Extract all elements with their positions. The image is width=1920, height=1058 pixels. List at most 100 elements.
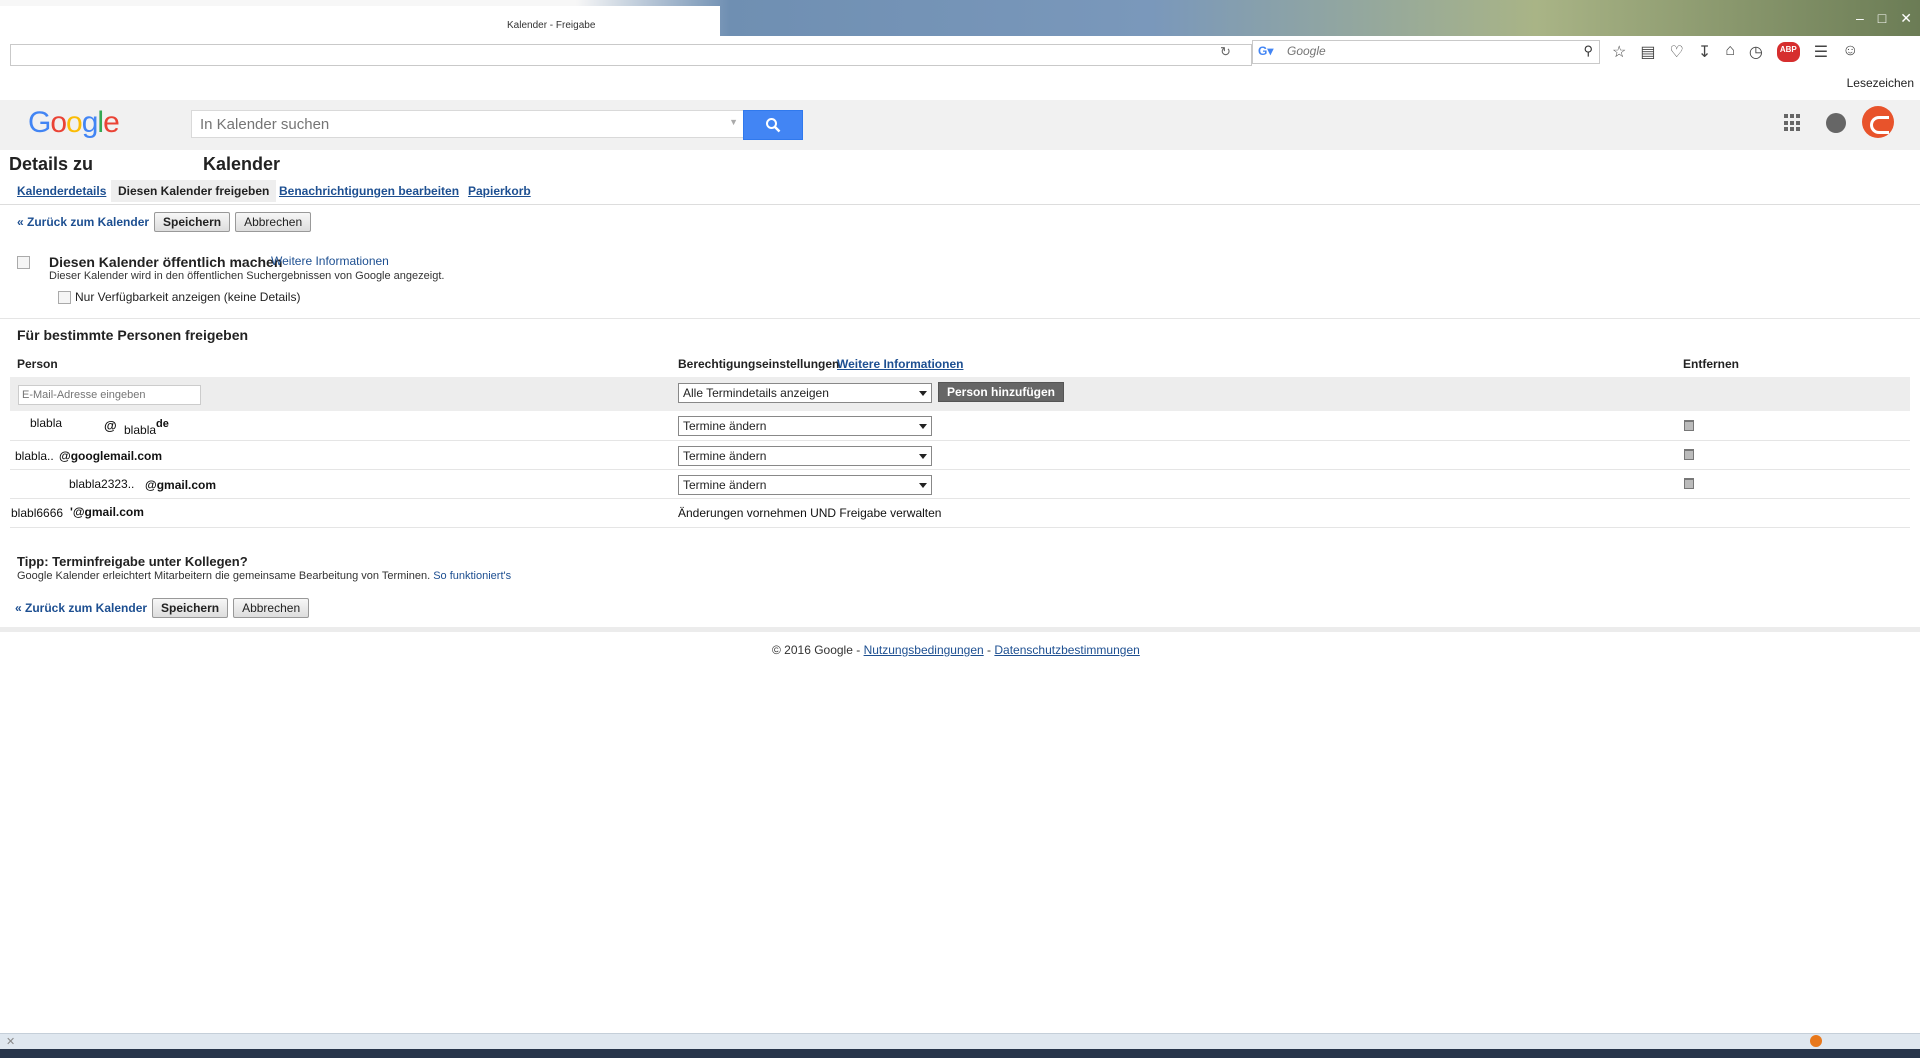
close-status-icon[interactable]: ✕ [6, 1035, 15, 1048]
window-controls: – □ ✕ [1856, 10, 1912, 27]
availability-only-checkbox[interactable] [58, 291, 71, 304]
history-icon[interactable]: ◷ [1749, 42, 1763, 62]
trash-icon[interactable] [1684, 420, 1694, 431]
column-person: Person [17, 357, 58, 371]
how-it-works-link[interactable]: So funktioniert's [433, 570, 511, 582]
browser-status-bar: ✕ [0, 1033, 1920, 1050]
person-name: blabla [30, 416, 63, 430]
save-button[interactable]: Speichern [154, 212, 231, 232]
public-more-info-link[interactable]: Weitere Informationen [271, 254, 389, 268]
url-bar[interactable] [10, 44, 1252, 66]
table-row: blabla @ blabla de Termine ändern [10, 411, 1910, 441]
permission-select[interactable]: Termine ändern [678, 416, 932, 436]
reading-list-icon[interactable]: ▤ [1640, 42, 1655, 62]
save-button[interactable]: Speichern [152, 598, 229, 618]
permission-value: Termine ändern [683, 419, 767, 433]
footer-copyright: © 2016 Google - [772, 643, 861, 657]
firefox-icon [1810, 1035, 1822, 1047]
browser-search-bar[interactable]: G▾ ⚲ [1252, 40, 1600, 64]
window-titlebar: Kalender - Freigabe – □ ✕ [0, 0, 1920, 36]
search-icon [766, 118, 781, 133]
browser-tab-title[interactable]: Kalender - Freigabe [507, 20, 595, 31]
add-person-button[interactable]: Person hinzufügen [938, 382, 1064, 402]
maximize-icon[interactable]: □ [1878, 10, 1886, 27]
permission-select[interactable]: Termine ändern [678, 475, 932, 495]
permission-select[interactable]: Termine ändern [678, 446, 932, 466]
tab-share-calendar[interactable]: Diesen Kalender freigeben [111, 180, 277, 202]
page-title-suffix: Kalender [203, 154, 281, 174]
column-remove: Entfernen [1683, 357, 1740, 371]
footer: © 2016 Google - Nutzungsbedingungen - Da… [772, 643, 1140, 657]
smiley-icon[interactable]: ☺ [1842, 42, 1858, 62]
cancel-button[interactable]: Abbrechen [233, 598, 310, 618]
bookmarks-button[interactable]: Lesezeichen [1847, 76, 1914, 90]
cancel-button[interactable]: Abbrechen [235, 212, 312, 232]
add-person-row: Alle Termindetails anzeigen Person hinzu… [10, 377, 1910, 411]
permission-value: Termine ändern [683, 478, 767, 492]
table-row: blabl6666 '@gmail.com Änderungen vornehm… [10, 498, 1910, 528]
make-public-description: Dieser Kalender wird in den öffentlichen… [49, 270, 445, 282]
person-tld: de [156, 418, 169, 430]
terms-link[interactable]: Nutzungsbedingungen [864, 643, 984, 657]
notifications-bell-icon[interactable] [1826, 113, 1846, 133]
reload-icon[interactable]: ↻ [1220, 44, 1231, 60]
browser-navbar: ↻ G▾ ⚲ ☆ ▤ ♡ ↧ ⌂ ◷ ABP ☰ ☺ Lesezeichen [0, 36, 1920, 90]
calendar-settings-tabs: Kalenderdetails Diesen Kalender freigebe… [0, 178, 1920, 205]
search-options-icon[interactable]: ▼ [729, 117, 738, 127]
chevron-down-icon [919, 483, 927, 488]
person-domain: @gmail.com [145, 478, 217, 492]
home-icon[interactable]: ⌂ [1725, 42, 1735, 62]
tab-edit-notifications[interactable]: Benachrichtigungen bearbeiten [279, 184, 459, 198]
back-to-calendar-link[interactable]: « Zurück zum Kalender [15, 601, 147, 615]
person-domain: blabla [124, 423, 157, 437]
menu-icon[interactable]: ☰ [1814, 42, 1828, 62]
trash-icon[interactable] [1684, 478, 1694, 489]
search-button[interactable] [743, 110, 803, 140]
download-icon[interactable]: ↧ [1698, 42, 1711, 62]
footer-divider [0, 627, 1920, 632]
new-permission-select[interactable]: Alle Termindetails anzeigen [678, 383, 932, 403]
close-icon[interactable]: ✕ [1900, 10, 1912, 27]
privacy-link[interactable]: Datenschutzbestimmungen [994, 643, 1139, 657]
calendar-search-box[interactable]: ▼ [191, 110, 745, 138]
chevron-down-icon [919, 391, 927, 396]
adblock-icon[interactable]: ABP [1776, 42, 1800, 62]
bookmark-star-icon[interactable]: ☆ [1612, 42, 1626, 62]
person-domain: @googlemail.com [59, 449, 163, 463]
share-section-heading: Für bestimmte Personen freigeben [17, 327, 249, 343]
new-permission-value: Alle Termindetails anzeigen [683, 386, 829, 400]
browser-search-input[interactable] [1285, 43, 1569, 59]
browser-toolbar: ☆ ▤ ♡ ↧ ⌂ ◷ ABP ☰ ☺ [1612, 42, 1858, 62]
search-icon[interactable]: ⚲ [1583, 43, 1593, 59]
person-name: blabl6666 [11, 506, 64, 520]
google-header: Google ▼ [0, 100, 1920, 150]
apps-grid-icon[interactable] [1784, 114, 1802, 132]
page-title-prefix: Details zu [9, 154, 94, 174]
trash-icon[interactable] [1684, 449, 1694, 460]
person-name: blabla2323.. [69, 477, 135, 491]
chevron-down-icon [919, 454, 927, 459]
tip-text-container: Google Kalender erleichtert Mitarbeitern… [17, 570, 511, 582]
tip-title: Tipp: Terminfreigabe unter Kollegen? [17, 554, 248, 569]
email-field[interactable] [18, 385, 201, 405]
page-title: Details zu Kalender [9, 154, 280, 175]
make-public-label: Diesen Kalender öffentlich machen [49, 254, 283, 270]
person-at-sign: @ [104, 418, 117, 433]
permissions-more-info-link[interactable]: Weitere Informationen [837, 357, 963, 371]
top-action-bar: « Zurück zum Kalender Speichern Abbreche… [17, 212, 312, 232]
chevron-down-icon [919, 424, 927, 429]
calendar-search-input[interactable] [192, 111, 722, 137]
public-calendar-section: Diesen Kalender öffentlich machen Weiter… [0, 240, 1920, 319]
make-public-checkbox[interactable] [17, 256, 30, 269]
google-search-engine-icon[interactable]: G▾ [1258, 44, 1273, 58]
tab-calendar-details[interactable]: Kalenderdetails [17, 184, 106, 198]
google-logo[interactable]: Google [28, 106, 120, 140]
account-avatar[interactable] [1862, 106, 1894, 138]
tip-text: Google Kalender erleichtert Mitarbeitern… [17, 570, 431, 582]
os-taskbar [0, 1049, 1920, 1058]
minimize-icon[interactable]: – [1856, 10, 1864, 27]
back-to-calendar-link[interactable]: « Zurück zum Kalender [17, 215, 149, 229]
tab-trash[interactable]: Papierkorb [468, 184, 531, 198]
tab-strip[interactable]: Kalender - Freigabe [0, 6, 720, 36]
pocket-icon[interactable]: ♡ [1669, 42, 1683, 62]
